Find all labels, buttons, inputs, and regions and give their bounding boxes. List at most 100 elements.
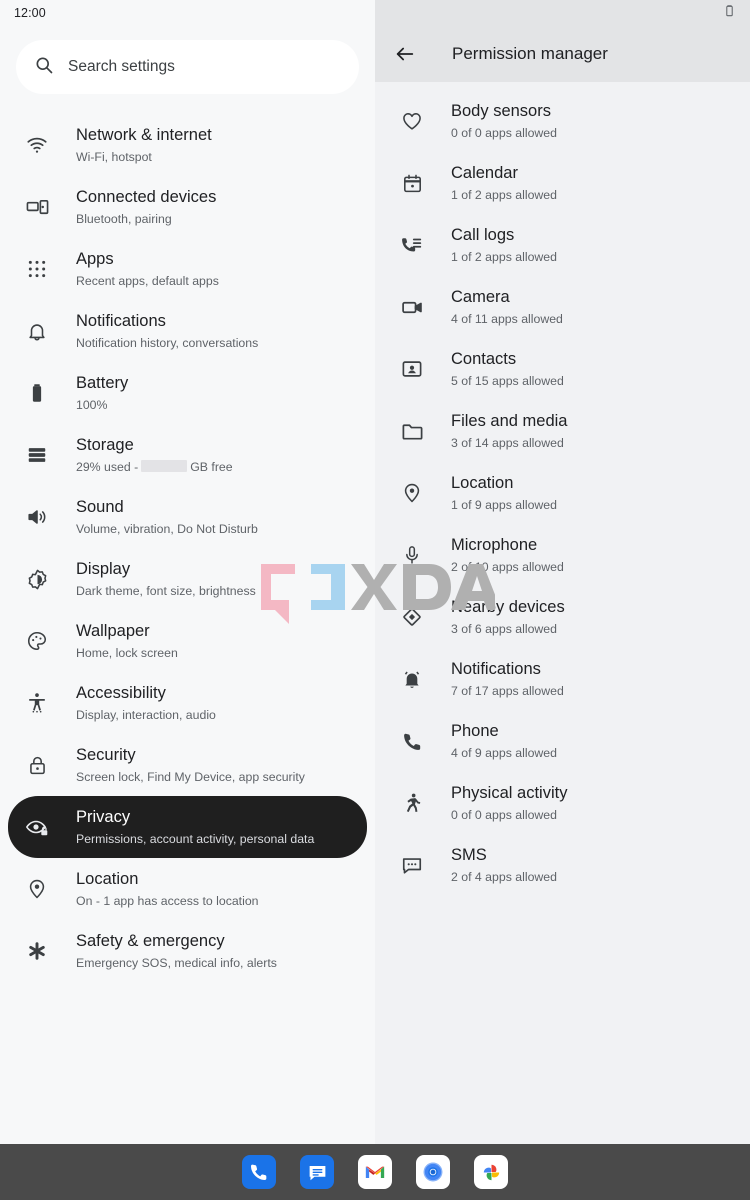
permission-subtitle: 7 of 17 apps allowed bbox=[451, 683, 564, 698]
battery-icon bbox=[723, 3, 736, 23]
permission-title: Physical activity bbox=[451, 783, 568, 802]
settings-item-title: Display bbox=[76, 559, 131, 578]
permission-item-camera[interactable]: Camera 4 of 11 apps allowed bbox=[375, 276, 750, 338]
settings-item-wallpaper[interactable]: Wallpaper Home, lock screen bbox=[0, 610, 375, 672]
bell-icon bbox=[24, 318, 50, 344]
permission-item-notifications[interactable]: Notifications 7 of 17 apps allowed bbox=[375, 648, 750, 710]
settings-item-privacy[interactable]: Privacy Permissions, account activity, p… bbox=[8, 796, 367, 858]
permission-item-call-logs[interactable]: Call logs 1 of 2 apps allowed bbox=[375, 214, 750, 276]
back-arrow-icon[interactable] bbox=[393, 42, 417, 66]
permission-item-contacts[interactable]: Contacts 5 of 15 apps allowed bbox=[375, 338, 750, 400]
asterisk-icon bbox=[24, 938, 50, 964]
settings-item-notifications[interactable]: Notifications Notification history, conv… bbox=[0, 300, 375, 362]
photos-app-icon[interactable] bbox=[474, 1155, 508, 1189]
permission-title: Call logs bbox=[451, 225, 515, 244]
connected-devices-icon bbox=[24, 194, 50, 220]
permission-subtitle: 2 of 4 apps allowed bbox=[451, 869, 557, 884]
right-status-bar bbox=[375, 0, 750, 26]
settings-item-accessibility[interactable]: Accessibility Display, interaction, audi… bbox=[0, 672, 375, 734]
settings-item-subtitle: Volume, vibration, Do Not Disturb bbox=[76, 521, 258, 536]
settings-item-subtitle: Dark theme, font size, brightness bbox=[76, 583, 256, 598]
settings-item-title: Connected devices bbox=[76, 187, 217, 206]
taskbar bbox=[0, 1144, 750, 1200]
speaker-icon bbox=[24, 504, 50, 530]
permission-title: Notifications bbox=[451, 659, 541, 678]
phone-icon bbox=[399, 728, 425, 754]
location-pin-icon bbox=[399, 480, 425, 506]
permission-item-nearby-devices[interactable]: Nearby devices 3 of 6 apps allowed bbox=[375, 586, 750, 648]
permission-item-microphone[interactable]: Microphone 2 of 10 apps allowed bbox=[375, 524, 750, 586]
settings-item-subtitle: Emergency SOS, medical info, alerts bbox=[76, 955, 277, 970]
folder-icon bbox=[399, 418, 425, 444]
settings-item-subtitle: Home, lock screen bbox=[76, 645, 178, 660]
permission-subtitle: 4 of 9 apps allowed bbox=[451, 745, 557, 760]
settings-item-title: Battery bbox=[76, 373, 129, 392]
call-logs-icon bbox=[399, 232, 425, 258]
permission-title: SMS bbox=[451, 845, 487, 864]
permission-subtitle: 5 of 15 apps allowed bbox=[451, 373, 564, 388]
storage-free-text: GB free bbox=[190, 459, 233, 474]
phone-app-icon[interactable] bbox=[242, 1155, 276, 1189]
settings-item-title: Sound bbox=[76, 497, 124, 516]
permission-item-location[interactable]: Location 1 of 9 apps allowed bbox=[375, 462, 750, 524]
settings-item-location[interactable]: Location On - 1 app has access to locati… bbox=[0, 858, 375, 920]
permission-manager-panel: Permission manager Body sensors 0 of 0 a… bbox=[375, 0, 750, 1200]
permission-item-files-and-media[interactable]: Files and media 3 of 14 apps allowed bbox=[375, 400, 750, 462]
chrome-app-icon[interactable] bbox=[416, 1155, 450, 1189]
search-input-placeholder: Search settings bbox=[68, 58, 175, 75]
settings-item-display[interactable]: Display Dark theme, font size, brightnes… bbox=[0, 548, 375, 610]
permission-title: Camera bbox=[451, 287, 510, 306]
settings-item-title: Wallpaper bbox=[76, 621, 150, 640]
location-pin-icon bbox=[24, 876, 50, 902]
settings-item-security[interactable]: Security Screen lock, Find My Device, ap… bbox=[0, 734, 375, 796]
permission-subtitle: 0 of 0 apps allowed bbox=[451, 807, 557, 822]
page-title: Permission manager bbox=[452, 44, 608, 63]
permission-item-physical-activity[interactable]: Physical activity 0 of 0 apps allowed bbox=[375, 772, 750, 834]
permission-item-body-sensors[interactable]: Body sensors 0 of 0 apps allowed bbox=[375, 90, 750, 152]
permission-subtitle: 1 of 2 apps allowed bbox=[451, 187, 557, 202]
sms-icon bbox=[399, 852, 425, 878]
battery-icon bbox=[24, 380, 50, 406]
settings-item-title: Network & internet bbox=[76, 125, 212, 144]
search-settings-bar[interactable]: Search settings bbox=[16, 40, 359, 94]
search-icon bbox=[34, 55, 54, 80]
permission-item-sms[interactable]: SMS 2 of 4 apps allowed bbox=[375, 834, 750, 896]
settings-item-title: Storage bbox=[76, 435, 134, 454]
redacted-value bbox=[141, 459, 188, 472]
permission-manager-appbar: Permission manager bbox=[375, 26, 750, 82]
settings-list: Network & internet Wi-Fi, hotspot Connec… bbox=[0, 114, 375, 982]
storage-used-text: 29% used - bbox=[76, 459, 139, 474]
settings-item-title: Privacy bbox=[76, 807, 131, 826]
permission-subtitle: 1 of 9 apps allowed bbox=[451, 497, 557, 512]
display-brightness-icon bbox=[24, 566, 50, 592]
eye-lock-icon bbox=[24, 814, 50, 840]
settings-item-subtitle: Notification history, conversations bbox=[76, 335, 259, 350]
settings-item-storage[interactable]: Storage 29% used - GB free bbox=[0, 424, 375, 486]
permission-subtitle: 0 of 0 apps allowed bbox=[451, 125, 557, 140]
settings-item-network[interactable]: Network & internet Wi-Fi, hotspot bbox=[0, 114, 375, 176]
permission-title: Location bbox=[451, 473, 514, 492]
permission-item-calendar[interactable]: Calendar 1 of 2 apps allowed bbox=[375, 152, 750, 214]
settings-item-subtitle: Display, interaction, audio bbox=[76, 707, 216, 722]
microphone-icon bbox=[399, 542, 425, 568]
gmail-app-icon[interactable] bbox=[358, 1155, 392, 1189]
settings-item-subtitle: 29% used - GB free bbox=[76, 459, 233, 476]
messages-app-icon[interactable] bbox=[300, 1155, 334, 1189]
lock-icon bbox=[24, 752, 50, 778]
heart-icon bbox=[399, 108, 425, 134]
settings-item-safety-emergency[interactable]: Safety & emergency Emergency SOS, medica… bbox=[0, 920, 375, 982]
settings-item-subtitle: Permissions, account activity, personal … bbox=[76, 831, 315, 846]
settings-item-apps[interactable]: Apps Recent apps, default apps bbox=[0, 238, 375, 300]
settings-item-sound[interactable]: Sound Volume, vibration, Do Not Disturb bbox=[0, 486, 375, 548]
settings-item-battery[interactable]: Battery 100% bbox=[0, 362, 375, 424]
settings-item-subtitle: Wi-Fi, hotspot bbox=[76, 149, 152, 164]
permission-title: Nearby devices bbox=[451, 597, 565, 616]
permission-title: Body sensors bbox=[451, 101, 551, 120]
status-bar: 12:00 bbox=[0, 0, 375, 26]
settings-item-connected-devices[interactable]: Connected devices Bluetooth, pairing bbox=[0, 176, 375, 238]
apps-grid-icon bbox=[24, 256, 50, 282]
permission-list: Body sensors 0 of 0 apps allowed Calenda… bbox=[375, 82, 750, 896]
settings-item-subtitle: On - 1 app has access to location bbox=[76, 893, 259, 908]
wifi-icon bbox=[24, 132, 50, 158]
permission-item-phone[interactable]: Phone 4 of 9 apps allowed bbox=[375, 710, 750, 772]
